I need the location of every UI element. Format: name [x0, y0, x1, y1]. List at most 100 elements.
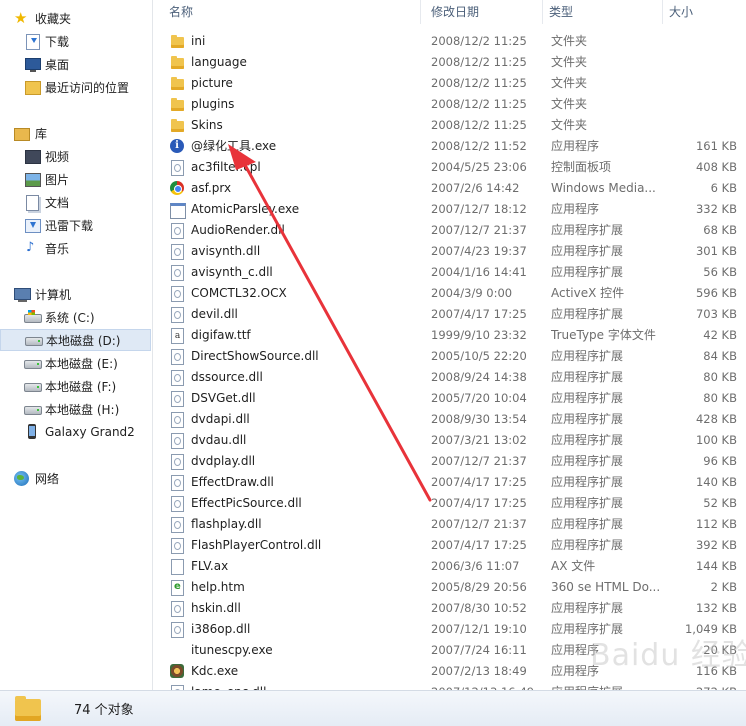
- media-profile-icon: [169, 180, 185, 197]
- nav-item-library-1[interactable]: 图片: [0, 168, 151, 190]
- file-row[interactable]: lame_enc.dll 2007/12/13 16:49 应用程序扩展272 KB: [153, 682, 746, 690]
- file-row[interactable]: FlashPlayerControl.dll 2007/4/17 17:25 应用程…: [153, 535, 746, 556]
- file-size: [663, 94, 737, 115]
- nav-favorites[interactable]: ★ 收藏夹: [0, 7, 151, 29]
- file-size: 703 KB: [695, 307, 737, 321]
- file-date: 2005/8/29 20:56: [431, 580, 527, 594]
- file-type: 360 se HTML Do...: [551, 580, 661, 594]
- file-row[interactable]: devil.dll 2007/4/17 17:25 应用程序扩展 703 KB: [153, 304, 746, 325]
- file-row[interactable]: asf.prx 2007/2/6 14:42 Windows Media... 6 K…: [153, 178, 746, 199]
- file-row[interactable]: Skins 2008/12/2 11:25 文件夹: [153, 115, 746, 136]
- file-row[interactable]: DSVGet.dll 2005/7/20 10:04 应用程序扩展 80 KB: [153, 388, 746, 409]
- nav-item-favorites-1[interactable]: 桌面: [0, 53, 151, 75]
- file-row[interactable]: a digifaw.ttf 1999/9/10 23:32 TrueType 字体文件…: [153, 325, 746, 346]
- file-type: TrueType 字体文件: [551, 328, 656, 342]
- file-type: 文件夹: [551, 34, 588, 48]
- file-date: 2008/12/2 11:25: [431, 118, 527, 132]
- nav-computer[interactable]: 计算机: [0, 283, 151, 305]
- file-type: 应用程序扩展: [551, 223, 624, 237]
- file-row[interactable]: COMCTL32.OCX 2004/3/9 0:00 ActiveX 控件 596 K…: [153, 283, 746, 304]
- nav-item-favorites-2[interactable]: 最近访问的位置: [0, 76, 151, 98]
- file-type: 应用程序扩展: [551, 682, 663, 690]
- html-file-icon: [169, 579, 185, 596]
- file-size: [663, 52, 737, 73]
- file-type: 应用程序扩展: [551, 517, 624, 531]
- file-date: 2005/7/20 10:04: [431, 391, 527, 405]
- download-folder-icon: [24, 33, 40, 50]
- nav-item-library-0[interactable]: 视频: [0, 145, 151, 167]
- file-date: 2008/12/2 11:52: [431, 139, 527, 153]
- item-count: 74 个对象: [74, 703, 134, 718]
- file-name: EffectDraw.dll: [191, 475, 274, 489]
- file-row[interactable]: EffectDraw.dll 2007/4/17 17:25 应用程序扩展 140 K…: [153, 472, 746, 493]
- file-row[interactable]: language 2008/12/2 11:25 文件夹: [153, 52, 746, 73]
- file-row[interactable]: AudioRender.dll 2007/12/7 21:37 应用程序扩展 68 K…: [153, 220, 746, 241]
- file-row[interactable]: dvdapi.dll 2008/9/30 13:54 应用程序扩展 428 KB: [153, 409, 746, 430]
- drive-icon: [24, 401, 42, 417]
- file-row[interactable]: flashplay.dll 2007/12/7 21:37 应用程序扩展 112 KB: [153, 514, 746, 535]
- nav-label: 本地磁盘 (D:): [46, 333, 121, 348]
- file-date: 2007/12/7 18:12: [431, 202, 527, 216]
- file-date: 2007/12/1 19:10: [431, 622, 527, 636]
- nav-item-computer-1[interactable]: 本地磁盘 (D:): [0, 329, 151, 351]
- file-row[interactable]: i @绿化工具.exe 2008/12/2 11:52 应用程序 161 KB: [153, 136, 746, 157]
- file-name: dssource.dll: [191, 370, 263, 384]
- nav-label: 收藏夹: [35, 11, 72, 26]
- file-size: [663, 73, 737, 94]
- file-row[interactable]: avisynth_c.dll 2004/1/16 14:41 应用程序扩展 56 KB: [153, 262, 746, 283]
- nav-network[interactable]: 网络: [0, 467, 151, 489]
- file-name: dvdapi.dll: [191, 412, 250, 426]
- column-header-type[interactable]: 类型: [543, 0, 663, 24]
- column-header-name[interactable]: 名称: [163, 0, 421, 24]
- nav-item-computer-2[interactable]: 本地磁盘 (E:): [0, 352, 151, 374]
- nav-item-favorites-0[interactable]: 下载: [0, 30, 151, 52]
- nav-item-library-2[interactable]: 文档: [0, 191, 151, 213]
- nav-item-computer-5[interactable]: Galaxy Grand2: [0, 421, 151, 443]
- file-date: 2007/4/17 17:25: [431, 538, 527, 552]
- file-type: 应用程序扩展: [551, 475, 624, 489]
- file-type: 文件夹: [551, 97, 588, 111]
- file-size: 80 KB: [703, 391, 737, 405]
- file-date: 2008/12/2 11:25: [431, 97, 527, 111]
- dll-file-icon: [169, 306, 185, 323]
- column-header-size[interactable]: 大小: [663, 0, 746, 24]
- file-size: 408 KB: [695, 160, 737, 174]
- music-library-icon: ♪: [26, 240, 35, 255]
- folder-icon: [15, 696, 41, 721]
- file-size: 392 KB: [695, 538, 737, 552]
- file-row[interactable]: hskin.dll 2007/8/30 10:52 应用程序扩展 132 KB: [153, 598, 746, 619]
- column-header-date[interactable]: 修改日期: [425, 0, 543, 24]
- file-row[interactable]: ini 2008/12/2 11:25 文件夹: [153, 31, 746, 52]
- file-row[interactable]: ac3filter.cpl 2004/5/25 23:06 控制面板项 408 KB: [153, 157, 746, 178]
- file-size: 132 KB: [695, 601, 737, 615]
- file-row[interactable]: dvdplay.dll 2007/12/7 21:37 应用程序扩展 96 KB: [153, 451, 746, 472]
- library-icon: [14, 125, 30, 141]
- video-library-icon: [24, 148, 41, 164]
- file-name: picture: [191, 76, 233, 90]
- dll-file-icon: [169, 369, 185, 386]
- file-row[interactable]: FLV.ax 2006/3/6 11:07 AX 文件 144 KB: [153, 556, 746, 577]
- nav-item-computer-4[interactable]: 本地磁盘 (H:): [0, 398, 151, 420]
- nav-item-computer-3[interactable]: 本地磁盘 (F:): [0, 375, 151, 397]
- file-row[interactable]: AtomicParsley.exe 2007/12/7 18:12 应用程序 332 …: [153, 199, 746, 220]
- nav-item-computer-0[interactable]: 系统 (C:): [0, 306, 151, 328]
- file-row[interactable]: dvdau.dll 2007/3/21 13:02 应用程序扩展 100 KB: [153, 430, 746, 451]
- nav-item-library-3[interactable]: 迅雷下载: [0, 214, 151, 236]
- file-row[interactable]: plugins 2008/12/2 11:25 文件夹: [153, 94, 746, 115]
- file-name: plugins: [191, 97, 235, 111]
- file-row[interactable]: picture 2008/12/2 11:25 文件夹: [153, 73, 746, 94]
- file-row[interactable]: DirectShowSource.dll 2005/10/5 22:20 应用程序扩…: [153, 346, 746, 367]
- nav-item-library-4[interactable]: ♪ 音乐: [0, 237, 151, 259]
- file-type: 文件夹: [551, 55, 588, 69]
- file-name: avisynth_c.dll: [191, 265, 273, 279]
- application-icon: [169, 201, 186, 219]
- file-row[interactable]: dssource.dll 2008/9/24 14:38 应用程序扩展 80 KB: [153, 367, 746, 388]
- file-name: asf.prx: [191, 181, 232, 195]
- file-row[interactable]: EffectPicSource.dll 2007/4/17 17:25 应用程序扩展…: [153, 493, 746, 514]
- nav-label: Galaxy Grand2: [45, 425, 135, 439]
- drive-icon: [25, 332, 43, 348]
- file-row[interactable]: help.htm 2005/8/29 20:56 360 se HTML Do...…: [153, 577, 746, 598]
- nav-libraries[interactable]: 库: [0, 122, 151, 144]
- file-row[interactable]: avisynth.dll 2007/4/23 19:37 应用程序扩展 301 KB: [153, 241, 746, 262]
- file-size: 6 KB: [710, 181, 737, 195]
